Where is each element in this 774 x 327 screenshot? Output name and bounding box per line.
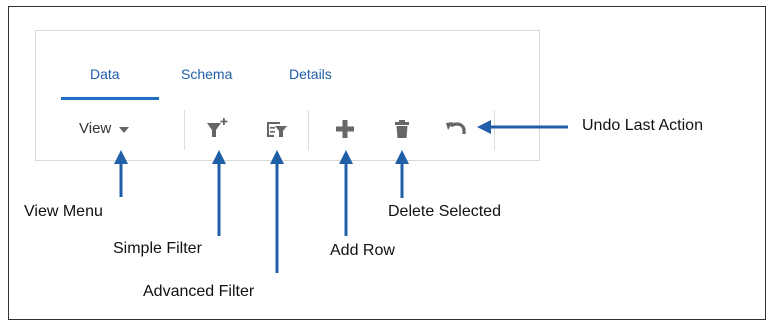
callout-undo-last-action: Undo Last Action [582, 117, 703, 134]
callout-arrows [114, 120, 568, 273]
callout-advanced-filter: Advanced Filter [143, 283, 255, 300]
callout-view-menu: View Menu [24, 203, 103, 220]
callout-delete-selected: Delete Selected [388, 203, 501, 220]
callout-simple-filter: Simple Filter [113, 240, 202, 257]
callout-add-row: Add Row [330, 242, 395, 259]
